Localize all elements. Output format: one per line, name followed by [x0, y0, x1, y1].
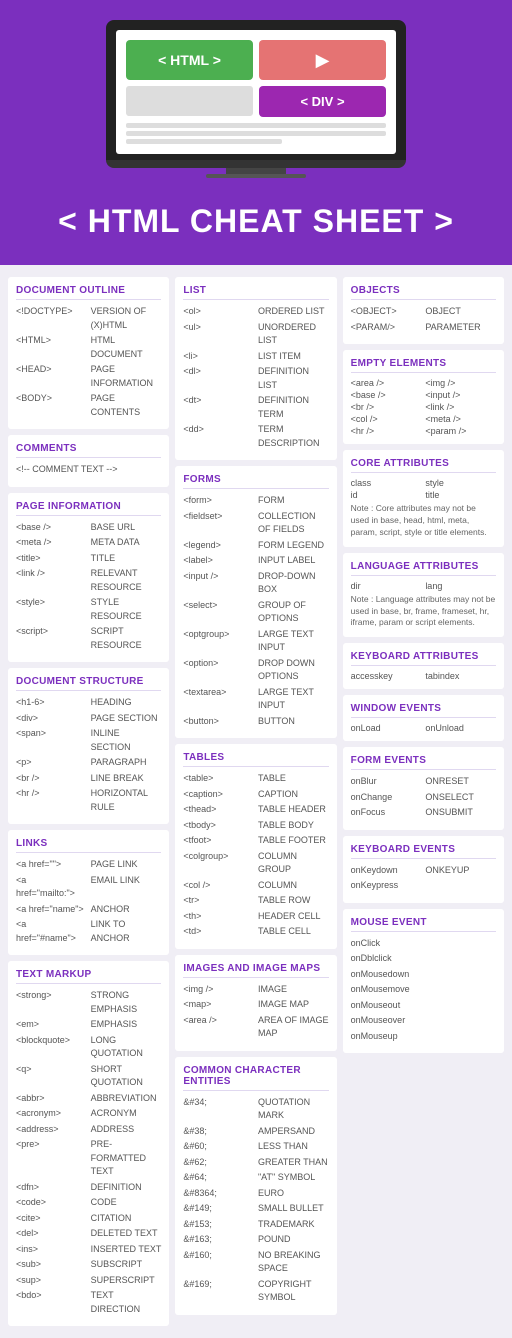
comments-card: COMMENTS <!-- COMMENT TEXT -->: [8, 435, 169, 487]
list-card: LIST <ol>ORDERED LIST <ul>UNORDERED LIST…: [175, 277, 336, 460]
laptop-illustration: < HTML > < DIV >: [106, 20, 406, 178]
keyboard-attributes-card: KEYBOARD ATTRIBUTES accesskeytabindex: [343, 643, 504, 689]
character-entities-card: COMMON CHARACTER ENTITIES &#34;QUOTATION…: [175, 1057, 336, 1315]
div-label: < DIV >: [259, 86, 386, 117]
play-icon: [259, 40, 386, 80]
forms-card: FORMS <form>FORM <fieldset>COLLECTION OF…: [175, 466, 336, 738]
page-title: < HTML CHEAT SHEET >: [38, 188, 474, 255]
window-events-card: WINDOW EVENTS onLoadonUnload: [343, 695, 504, 741]
column-3: OBJECTS <OBJECT>OBJECT <PARAM/>PARAMETER…: [343, 277, 504, 1053]
form-events-card: FORM EVENTS onBluronReset onChangeonSele…: [343, 747, 504, 830]
page-information-card: PAGE INFORMATION <base />BASE URL <meta …: [8, 493, 169, 663]
tables-card: TABLES <table>TABLE <caption>CAPTION <th…: [175, 744, 336, 949]
core-attributes-card: CORE ATTRIBUTES classstyle idtitle Note …: [343, 450, 504, 547]
column-1: DOCUMENT OUTLINE <!DOCTYPE>VERSION OF (X…: [8, 277, 169, 1326]
text-markup-card: TEXT MARKUP <strong>STRONG EMPHASIS <em>…: [8, 961, 169, 1326]
links-card: LINKS <a href="">PAGE LINK <a href="mail…: [8, 830, 169, 955]
content-area: DOCUMENT OUTLINE <!DOCTYPE>VERSION OF (X…: [0, 265, 512, 1338]
document-structure-card: DOCUMENT STRUCTURE <h1-6>HEADING <div>PA…: [8, 668, 169, 824]
document-outline-card: DOCUMENT OUTLINE <!DOCTYPE>VERSION OF (X…: [8, 277, 169, 429]
column-2: LIST <ol>ORDERED LIST <ul>UNORDERED LIST…: [175, 277, 336, 1315]
keyboard-events-card: KEYBOARD EVENTS onKeydownonKeyup onKeypr…: [343, 836, 504, 903]
title-text: < HTML CHEAT SHEET >: [58, 203, 454, 239]
language-attributes-card: LANGUAGE ATTRIBUTES dirlang Note : Langu…: [343, 553, 504, 638]
html-label: < HTML >: [126, 40, 253, 80]
mouse-event-card: MOUSE EVENT onClick onDblclick onMousedo…: [343, 909, 504, 1054]
objects-card: OBJECTS <OBJECT>OBJECT <PARAM/>PARAMETER: [343, 277, 504, 344]
empty-elements-card: EMPTY ELEMENTS <area /><img /> <base /><…: [343, 350, 504, 444]
images-card: IMAGES AND IMAGE MAPS <img />IMAGE <map>…: [175, 955, 336, 1051]
hero-section: < HTML > < DIV > < HTML CHEAT SHEET >: [0, 0, 512, 265]
